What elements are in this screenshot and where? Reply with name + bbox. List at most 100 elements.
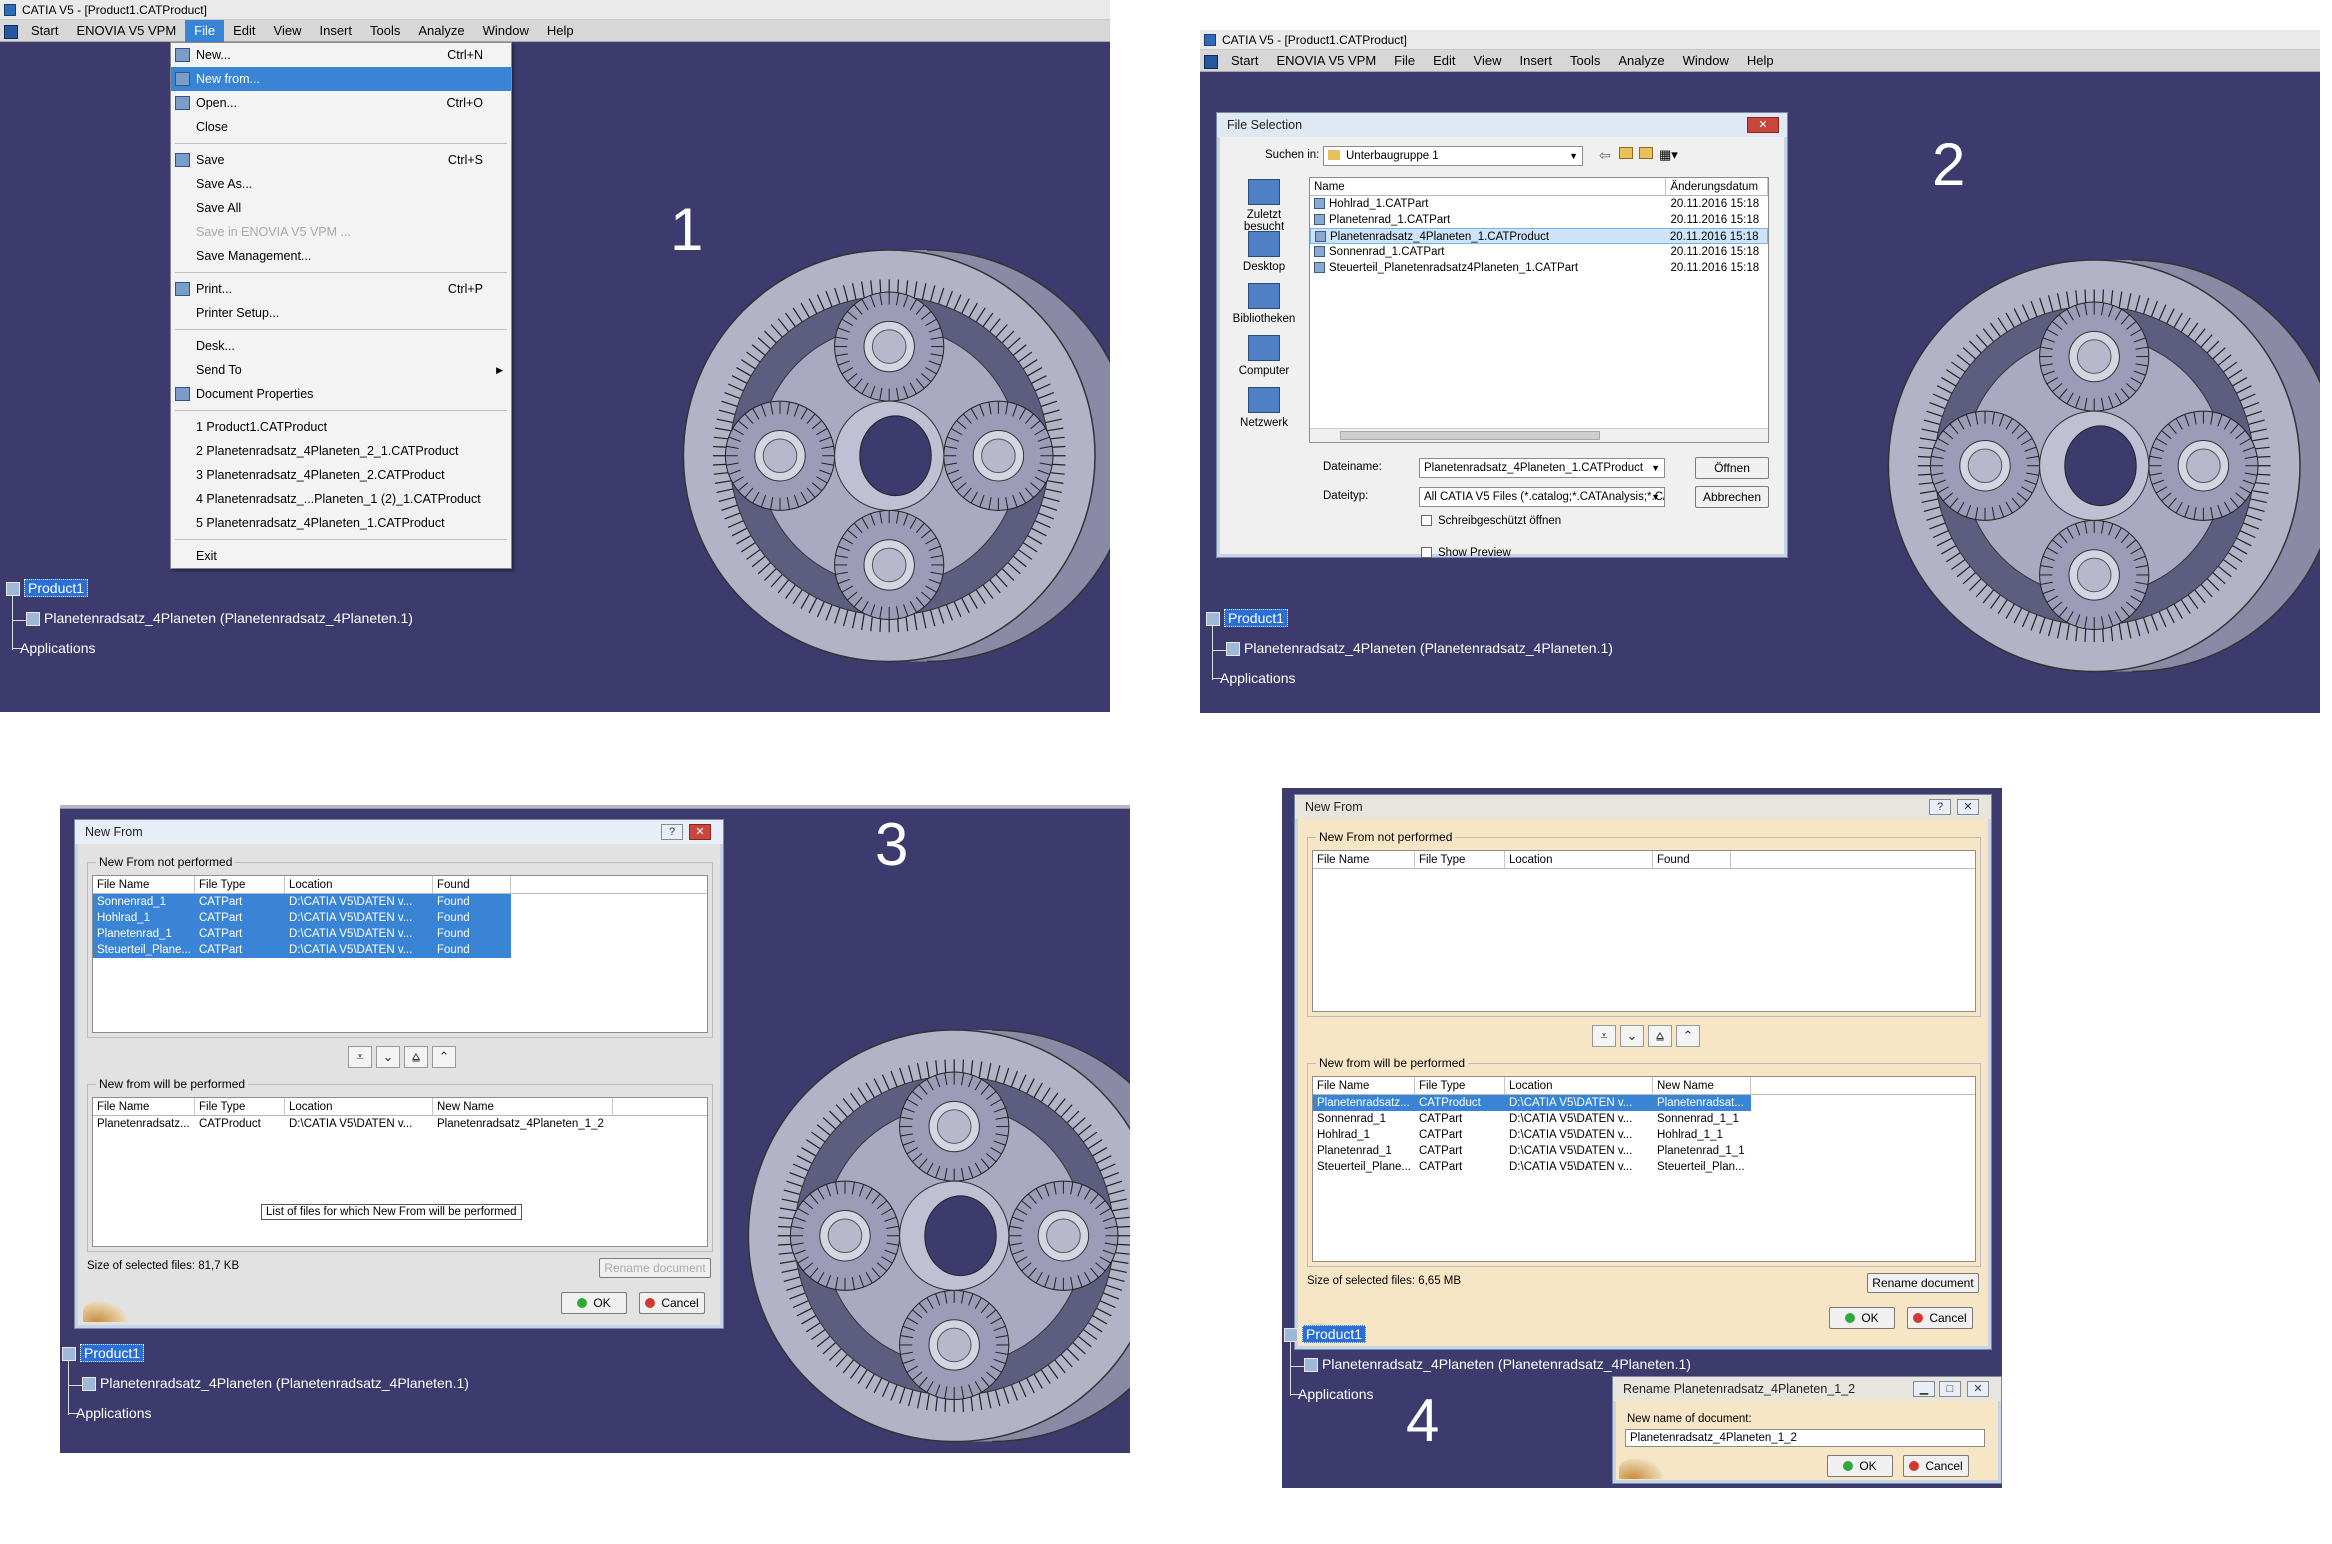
- col-date[interactable]: Änderungsdatum: [1666, 178, 1768, 195]
- open-button[interactable]: Öffnen: [1695, 457, 1769, 479]
- tree-node-child[interactable]: Planetenradsatz_4Planeten (Planetenradsa…: [26, 608, 413, 628]
- file-row[interactable]: Planetenradsatz_4Planeten_1.CATProduct 20…: [1310, 228, 1768, 244]
- file-row[interactable]: Planetenrad_1.CATPart 20.11.2016 15:18: [1310, 212, 1768, 228]
- column-header[interactable]: File Name: [1313, 851, 1415, 868]
- file-menu-item[interactable]: Desk...: [171, 334, 511, 358]
- file-menu-item[interactable]: Send To ▶: [171, 358, 511, 382]
- menu-enovia-v5-vpm[interactable]: ENOVIA V5 VPM: [67, 20, 185, 42]
- filename-field[interactable]: Planetenradsatz_4Planeten_1.CATProduct ▼: [1419, 458, 1665, 478]
- file-menu-item[interactable]: 1 Product1.CATProduct: [171, 415, 511, 439]
- move-all-up-icon[interactable]: ⩠: [404, 1046, 428, 1068]
- filetype-dropdown[interactable]: All CATIA V5 Files (*.catalog;*.CATAnaly…: [1419, 487, 1665, 507]
- menu-view[interactable]: View: [1465, 50, 1511, 72]
- table-row[interactable]: Planetenradsatz... CATProduct D:\CATIA V5\…: [1313, 1095, 1751, 1111]
- column-header[interactable]: Found: [1653, 851, 1731, 868]
- tree-node-applications[interactable]: Applications: [20, 638, 96, 658]
- file-menu-item[interactable]: Save Management...: [171, 244, 511, 268]
- ok-button[interactable]: OK: [1829, 1307, 1895, 1329]
- tree-node-root[interactable]: Product1: [6, 578, 89, 598]
- column-header[interactable]: File Name: [1313, 1077, 1415, 1094]
- file-row[interactable]: Hohlrad_1.CATPart 20.11.2016 15:18: [1310, 196, 1768, 212]
- readonly-checkbox[interactable]: Schreibgeschützt öffnen: [1421, 515, 1561, 527]
- table-row[interactable]: Planetenradsatz... CATProduct D:\CATIA V5\…: [93, 1116, 707, 1132]
- file-menu-item[interactable]: 4 Planetenradsatz_...Planeten_1 (2)_1.CA…: [171, 487, 511, 511]
- move-all-down-icon[interactable]: ⩡: [1592, 1025, 1616, 1047]
- column-header[interactable]: Location: [1505, 851, 1653, 868]
- menu-edit[interactable]: Edit: [1424, 50, 1464, 72]
- place-bibliotheken[interactable]: Bibliotheken: [1229, 283, 1299, 325]
- close-button[interactable]: ✕: [689, 824, 711, 840]
- move-up-icon[interactable]: ⌃: [1676, 1025, 1700, 1047]
- column-header[interactable]: File Type: [1415, 851, 1505, 868]
- column-header[interactable]: File Name: [93, 876, 195, 893]
- column-header[interactable]: Location: [285, 1098, 433, 1115]
- gear-assembly-3d-view[interactable]: [1880, 240, 2320, 692]
- maximize-button[interactable]: □: [1939, 1381, 1961, 1397]
- menu-window[interactable]: Window: [474, 20, 538, 42]
- place-computer[interactable]: Computer: [1229, 335, 1299, 377]
- help-button[interactable]: ?: [661, 824, 683, 840]
- cancel-button[interactable]: Cancel: [1903, 1455, 1969, 1477]
- file-menu-item[interactable]: Close: [171, 115, 511, 139]
- show-preview-checkbox[interactable]: Show Preview: [1421, 547, 1511, 559]
- cancel-button[interactable]: Cancel: [639, 1292, 705, 1314]
- gear-assembly-3d-view[interactable]: [675, 230, 1110, 682]
- file-menu-item[interactable]: Print... Ctrl+P: [171, 277, 511, 301]
- table-row[interactable]: Sonnenrad_1 CATPart D:\CATIA V5\DATEN v...…: [1313, 1111, 1975, 1127]
- file-row[interactable]: Sonnenrad_1.CATPart 20.11.2016 15:18: [1310, 244, 1768, 260]
- file-menu-item[interactable]: New... Ctrl+N: [171, 43, 511, 67]
- cancel-button[interactable]: Cancel: [1907, 1307, 1973, 1329]
- back-icon[interactable]: ⇦: [1599, 147, 1611, 164]
- new-folder-icon[interactable]: [1639, 147, 1653, 159]
- menu-window[interactable]: Window: [1674, 50, 1738, 72]
- column-header[interactable]: Location: [1505, 1077, 1653, 1094]
- rename-document-button[interactable]: Rename document: [1867, 1273, 1979, 1293]
- menu-start[interactable]: Start: [22, 20, 67, 42]
- file-menu-item[interactable]: 2 Planetenradsatz_4Planeten_2_1.CATProdu…: [171, 439, 511, 463]
- ok-button[interactable]: OK: [561, 1292, 627, 1314]
- tree-node-applications[interactable]: Applications: [76, 1403, 152, 1423]
- tree-node-root[interactable]: Product1: [62, 1343, 145, 1363]
- column-header[interactable]: File Name: [93, 1098, 195, 1115]
- table-row[interactable]: Planetenrad_1 CATPart D:\CATIA V5\DATEN v.…: [1313, 1143, 1975, 1159]
- close-button[interactable]: ✕: [1967, 1381, 1989, 1397]
- ok-button[interactable]: OK: [1827, 1455, 1893, 1477]
- tree-node-child[interactable]: Planetenradsatz_4Planeten (Planetenradsa…: [1304, 1354, 1691, 1374]
- column-header[interactable]: File Type: [195, 876, 285, 893]
- file-menu-item[interactable]: Save Ctrl+S: [171, 148, 511, 172]
- new-name-input[interactable]: Planetenradsatz_4Planeten_1_2: [1625, 1429, 1985, 1447]
- move-all-up-icon[interactable]: ⩠: [1648, 1025, 1672, 1047]
- close-button[interactable]: ✕: [1747, 117, 1779, 133]
- file-menu-item[interactable]: 3 Planetenradsatz_4Planeten_2.CATProduct: [171, 463, 511, 487]
- file-menu-item[interactable]: Document Properties: [171, 382, 511, 406]
- move-up-icon[interactable]: ⌃: [432, 1046, 456, 1068]
- column-header[interactable]: New Name: [1653, 1077, 1751, 1094]
- col-name[interactable]: Name: [1310, 178, 1667, 195]
- table-row[interactable]: Steuerteil_Plane... CATPart D:\CATIA V5\DA…: [1313, 1159, 1975, 1175]
- place-netzwerk[interactable]: Netzwerk: [1229, 387, 1299, 429]
- column-header[interactable]: New Name: [433, 1098, 613, 1115]
- column-header[interactable]: File Type: [1415, 1077, 1505, 1094]
- menu-enovia-v5-vpm[interactable]: ENOVIA V5 VPM: [1267, 50, 1385, 72]
- file-row[interactable]: Steuerteil_Planetenradsatz4Planeten_1.CA…: [1310, 260, 1768, 276]
- move-down-icon[interactable]: ⌄: [376, 1046, 400, 1068]
- menu-start[interactable]: Start: [1222, 50, 1267, 72]
- tree-node-child[interactable]: Planetenradsatz_4Planeten (Planetenradsa…: [82, 1373, 469, 1393]
- table-row[interactable]: Hohlrad_1 CATPart D:\CATIA V5\DATEN v... Ho…: [1313, 1127, 1975, 1143]
- table-row[interactable]: Planetenrad_1 CATPart D:\CATIA V5\DATEN v.…: [93, 926, 511, 942]
- column-header[interactable]: Found: [433, 876, 511, 893]
- place-desktop[interactable]: Desktop: [1229, 231, 1299, 273]
- up-folder-icon[interactable]: [1619, 147, 1633, 159]
- menu-file[interactable]: File: [1385, 50, 1424, 72]
- tree-node-child[interactable]: Planetenradsatz_4Planeten (Planetenradsa…: [1226, 638, 1613, 658]
- file-menu-item[interactable]: Printer Setup...: [171, 301, 511, 325]
- menu-help[interactable]: Help: [1738, 50, 1783, 72]
- menu-help[interactable]: Help: [538, 20, 583, 42]
- tree-node-root[interactable]: Product1: [1284, 1324, 1367, 1344]
- look-in-dropdown[interactable]: Unterbaugruppe 1 ▼: [1323, 146, 1583, 166]
- table-row[interactable]: Steuerteil_Plane... CATPart D:\CATIA V5\DA…: [93, 942, 511, 958]
- menu-file[interactable]: File: [185, 20, 225, 42]
- menu-tools[interactable]: Tools: [361, 20, 409, 42]
- file-menu-item[interactable]: New from...: [171, 67, 511, 91]
- menu-analyze[interactable]: Analyze: [409, 20, 473, 42]
